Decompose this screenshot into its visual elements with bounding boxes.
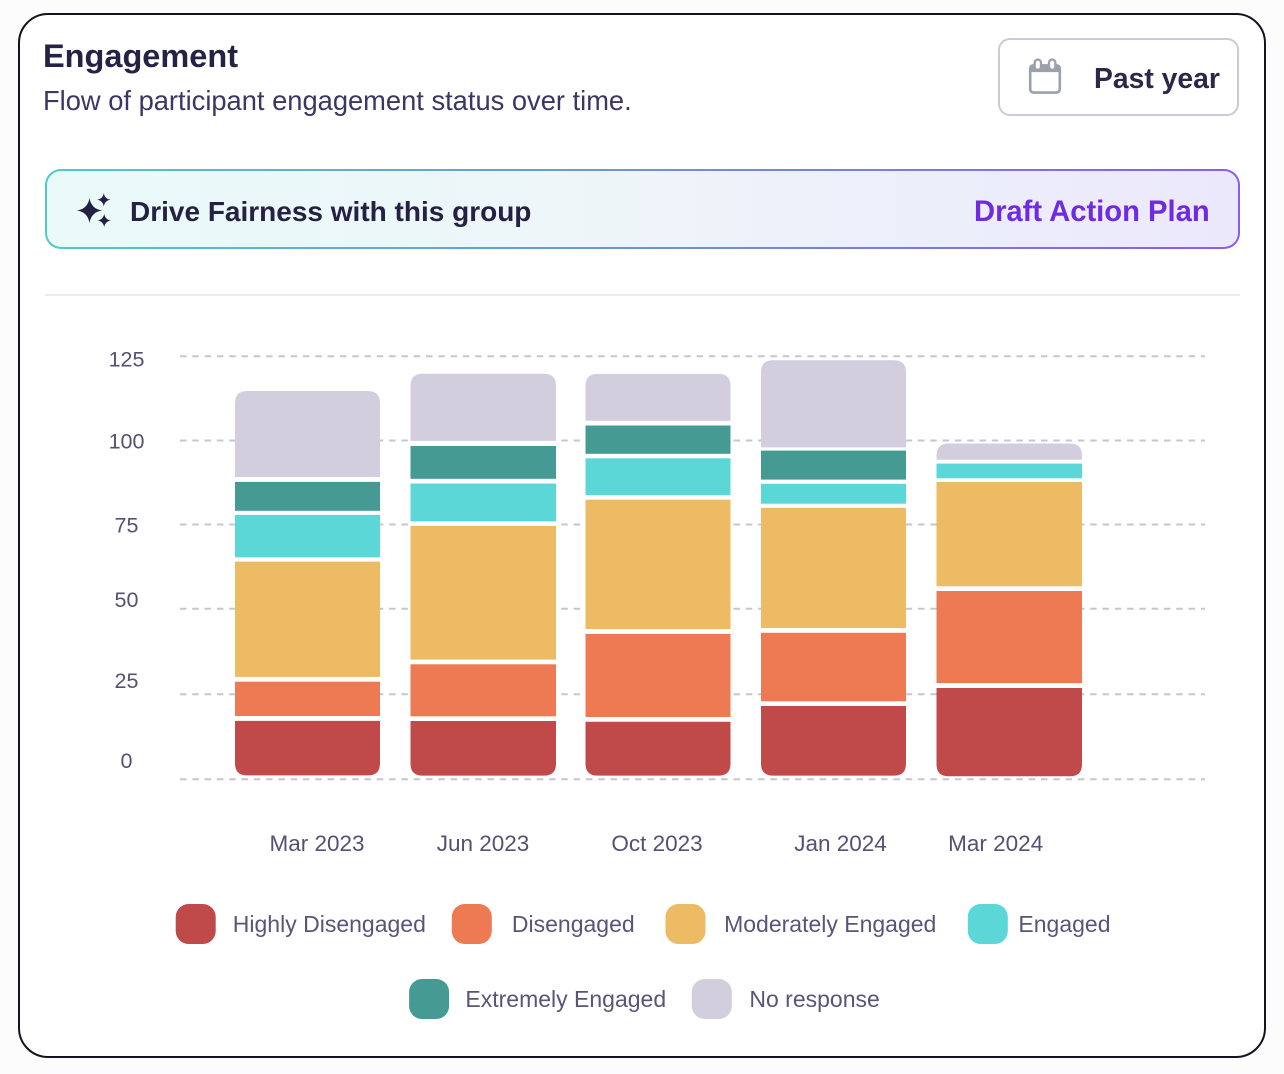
svg-text:No response: No response — [749, 986, 879, 1012]
svg-text:100: 100 — [109, 429, 145, 453]
svg-text:50: 50 — [115, 588, 139, 612]
svg-text:Highly Disengaged: Highly Disengaged — [233, 911, 426, 937]
svg-text:75: 75 — [115, 514, 139, 538]
svg-text:0: 0 — [121, 749, 133, 773]
svg-text:Engaged: Engaged — [1018, 911, 1110, 937]
svg-text:25: 25 — [115, 669, 139, 693]
svg-text:Moderately Engaged: Moderately Engaged — [724, 911, 936, 937]
svg-text:Extremely Engaged: Extremely Engaged — [465, 986, 666, 1012]
svg-text:Oct 2023: Oct 2023 — [611, 831, 702, 856]
svg-text:Jun 2023: Jun 2023 — [437, 831, 530, 856]
svg-text:125: 125 — [109, 347, 145, 371]
svg-text:Disengaged: Disengaged — [512, 911, 635, 937]
svg-text:Mar 2024: Mar 2024 — [948, 831, 1043, 856]
svg-text:Jan 2024: Jan 2024 — [794, 831, 887, 856]
svg-text:Mar 2023: Mar 2023 — [269, 831, 364, 856]
